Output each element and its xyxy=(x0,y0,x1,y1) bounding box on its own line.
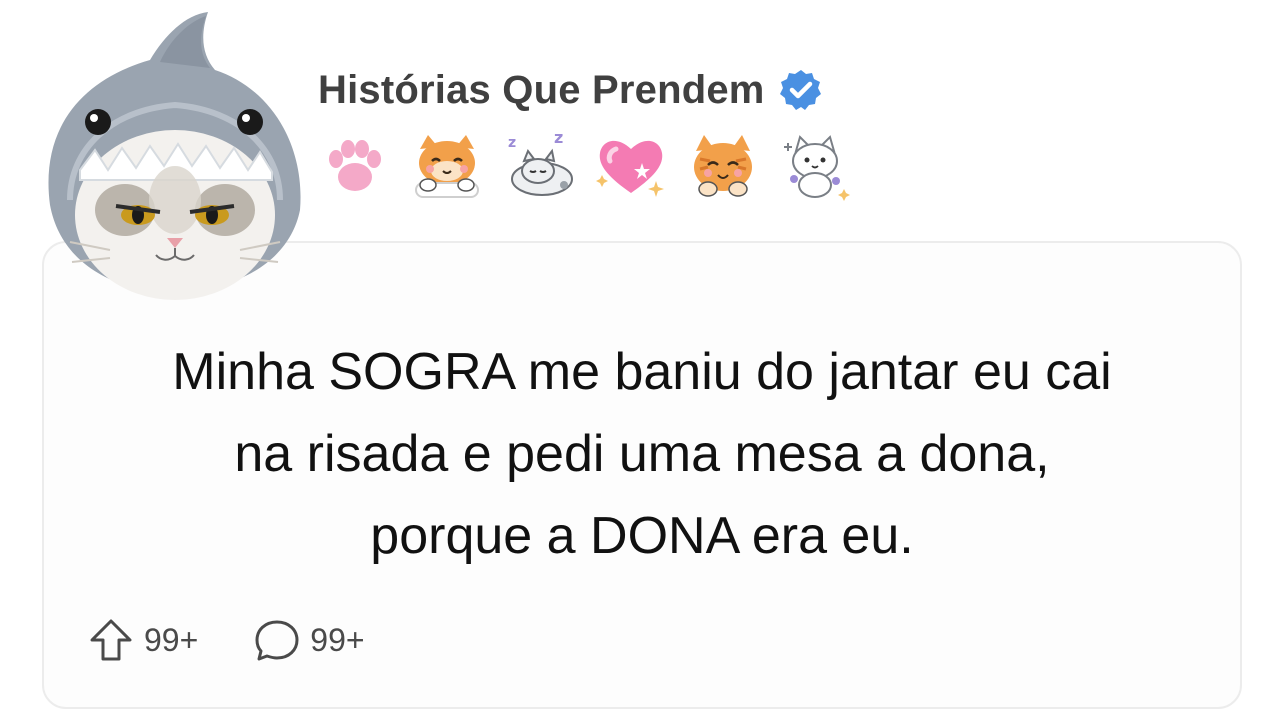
upvote-count: 99+ xyxy=(144,621,199,658)
cat-shark-avatar-icon xyxy=(48,12,301,300)
comment-button[interactable]: 99+ xyxy=(252,615,365,665)
svg-text:z: z xyxy=(554,129,563,147)
post-card[interactable]: Minha SOGRA me baniu do jantar eu cai na… xyxy=(42,241,1242,709)
cat-hands-emoji-icon xyxy=(410,129,484,203)
svg-text:z: z xyxy=(508,135,516,151)
white-cat-emoji-icon xyxy=(778,129,852,203)
avatar[interactable] xyxy=(40,10,310,300)
post-text-line: na risada e pedi uma mesa a dona, xyxy=(234,425,1050,483)
sleeping-cat-emoji-icon: z z xyxy=(502,129,576,203)
pink-heart-emoji-icon xyxy=(594,129,668,203)
emoji-row: z z xyxy=(318,126,870,206)
channel-header: Histórias Que Prendem z z xyxy=(318,64,870,206)
upvote-arrow-icon xyxy=(90,619,132,661)
comment-bubble-icon xyxy=(255,620,299,661)
verified-badge-icon xyxy=(779,70,821,110)
post-actions: 99+ 99+ xyxy=(86,615,419,665)
post-text: Minha SOGRA me baniu do jantar eu cai na… xyxy=(44,331,1240,577)
post-text-line: porque a DONA era eu. xyxy=(370,507,914,565)
paw-emoji-icon xyxy=(318,129,392,203)
smiling-cat-emoji-icon xyxy=(686,129,760,203)
upvote-button[interactable]: 99+ xyxy=(86,615,198,665)
comment-count: 99+ xyxy=(310,621,365,658)
channel-name[interactable]: Histórias Que Prendem xyxy=(318,68,765,113)
channel-name-row: Histórias Que Prendem xyxy=(318,64,870,116)
post-text-line: Minha SOGRA me baniu do jantar eu cai xyxy=(172,343,1112,401)
